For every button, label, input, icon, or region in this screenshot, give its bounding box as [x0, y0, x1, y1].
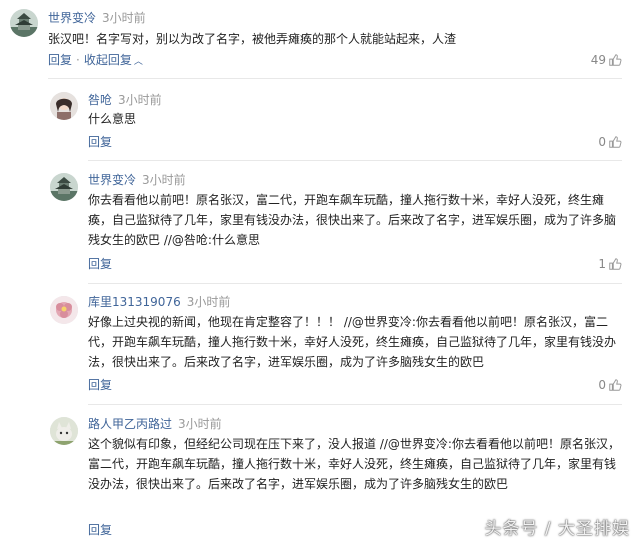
watermark: 头条号 / 大圣排娱: [484, 519, 630, 539]
reply-button[interactable]: 回复: [48, 53, 72, 67]
comment-time: 3小时前: [178, 417, 222, 431]
reply-button[interactable]: 回复: [88, 257, 112, 271]
like-button[interactable]: 0: [598, 134, 622, 150]
avatar[interactable]: [10, 9, 38, 37]
avatar[interactable]: [50, 296, 78, 324]
pagoda-avatar-icon: [10, 9, 38, 37]
like-count: 0: [598, 135, 606, 149]
divider: [88, 404, 622, 405]
girl-avatar-icon: [50, 92, 78, 120]
avatar[interactable]: [50, 92, 78, 120]
thumbs-up-icon: [609, 258, 622, 270]
comment-time: 3小时前: [102, 11, 146, 25]
thumbs-up-icon: [609, 54, 622, 66]
author-name[interactable]: 路人甲乙丙路过: [88, 417, 172, 431]
cat-avatar-icon: [50, 417, 78, 445]
comment-text: 好像上过央视的新闻，他现在肯定整容了！！！ //@世界变冷:你去看看他以前吧！原…: [88, 315, 617, 369]
comment-text: 张汉吧！名字写对，别以为改了名字，被他弄瘫痪的那个人就能站起来，人渣: [48, 32, 457, 46]
reply-item: 库里131319076 3小时前 好像上过央视的新闻，他现在肯定整容了！！！ //…: [0, 289, 640, 399]
comment-text: 你去看看他以前吧！原名张汉，富二代，开跑车飙车玩酷，撞人拖行数十米，幸好人没死，…: [88, 193, 617, 247]
avatar[interactable]: [50, 173, 78, 201]
flower-avatar-icon: [50, 296, 78, 324]
thumbs-up-icon: [609, 379, 622, 391]
comment-time: 3小时前: [118, 93, 162, 107]
reply-item: 世界变冷 3小时前 你去看看他以前吧！原名张汉，富二代，开跑车飙车玩酷，撞人拖行数…: [0, 166, 640, 276]
reply-button[interactable]: 回复: [88, 378, 112, 392]
thumbs-up-icon: [609, 136, 622, 148]
comment-time: 3小时前: [142, 173, 186, 187]
chevron-up-icon[interactable]: ︿: [134, 57, 143, 67]
reply-button[interactable]: 回复: [88, 523, 112, 537]
avatar[interactable]: [50, 417, 78, 445]
like-button[interactable]: 0: [598, 377, 622, 393]
author-name[interactable]: 咎呛: [88, 93, 112, 107]
divider: [88, 283, 622, 284]
collapse-replies-button[interactable]: 收起回复: [84, 53, 132, 67]
like-count: 0: [598, 378, 606, 392]
like-button[interactable]: 1: [598, 256, 622, 272]
author-name[interactable]: 世界变冷: [48, 11, 96, 25]
reply-item: 咎呛 3小时前 什么意思 回复 0: [0, 86, 640, 156]
comment-time: 3小时前: [186, 295, 231, 309]
author-name[interactable]: 世界变冷: [88, 173, 136, 187]
divider: [88, 160, 622, 161]
like-count: 1: [598, 257, 606, 271]
author-name[interactable]: 库里131319076: [88, 295, 181, 309]
divider: [48, 78, 622, 79]
like-button[interactable]: 49: [591, 52, 622, 68]
comment-text: 这个貌似有印象，但经纪公司现在压下来了，没人报道 //@世界变冷:你去看看他以前…: [88, 437, 620, 491]
reply-button[interactable]: 回复: [88, 135, 112, 149]
like-count: 49: [590, 53, 606, 67]
comment-item: 世界变冷 3小时前 张汉吧！名字写对，别以为改了名字，被他弄瘫痪的那个人就能站起来…: [0, 0, 640, 72]
comment-text: 什么意思: [88, 112, 137, 126]
action-separator: ·: [76, 53, 80, 67]
pagoda-avatar-icon: [50, 173, 78, 201]
